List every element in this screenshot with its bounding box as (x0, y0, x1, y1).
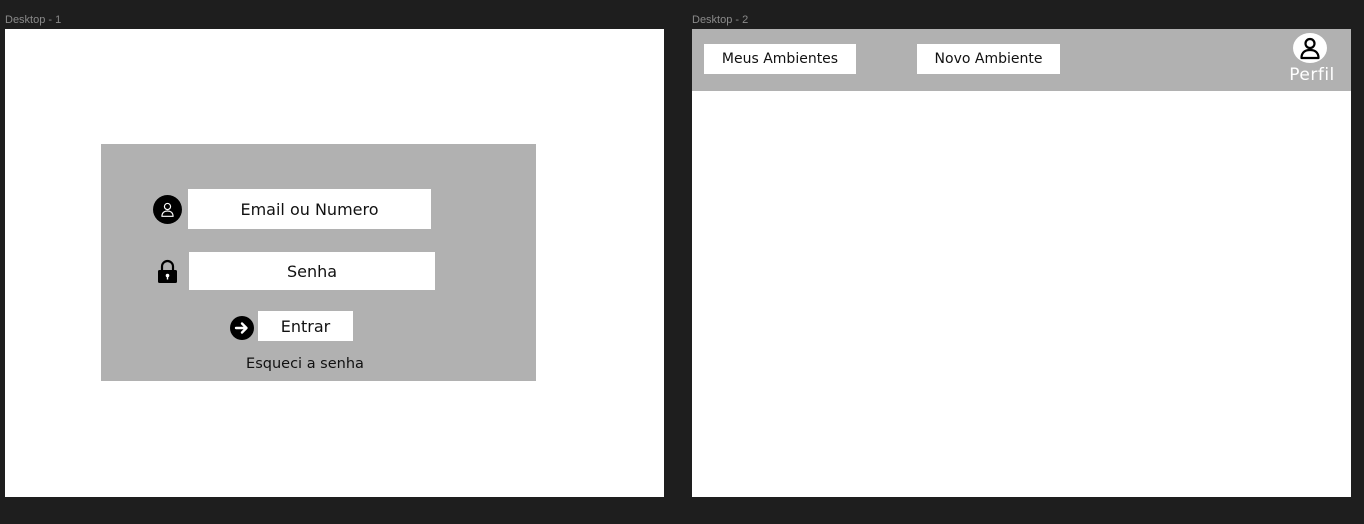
password-field[interactable]: Senha (189, 252, 435, 290)
forgot-password-link[interactable]: Esqueci a senha (227, 356, 383, 372)
frame-desktop-2: Meus Ambientes Novo Ambiente Perfil (692, 29, 1351, 497)
login-card: Email ou Numero Senha Entrar Esqueci a s… (101, 144, 536, 381)
email-field[interactable]: Email ou Numero (188, 189, 431, 229)
frame-label-desktop-2: Desktop - 2 (692, 14, 749, 26)
profile-label[interactable]: Perfil (1282, 65, 1342, 85)
login-button[interactable]: Entrar (258, 311, 353, 341)
design-canvas: Desktop - 1 Email ou Numero Senha Entrar… (0, 0, 1364, 524)
top-navbar: Meus Ambientes Novo Ambiente Perfil (692, 29, 1351, 91)
frame-label-desktop-1: Desktop - 1 (5, 14, 62, 26)
meus-ambientes-button[interactable]: Meus Ambientes (704, 44, 856, 74)
lock-icon (156, 259, 179, 284)
user-icon (153, 195, 182, 224)
profile-icon[interactable] (1293, 33, 1327, 63)
arrow-right-icon[interactable] (230, 316, 254, 340)
novo-ambiente-button[interactable]: Novo Ambiente (917, 44, 1060, 74)
frame-desktop-1: Email ou Numero Senha Entrar Esqueci a s… (5, 29, 664, 497)
